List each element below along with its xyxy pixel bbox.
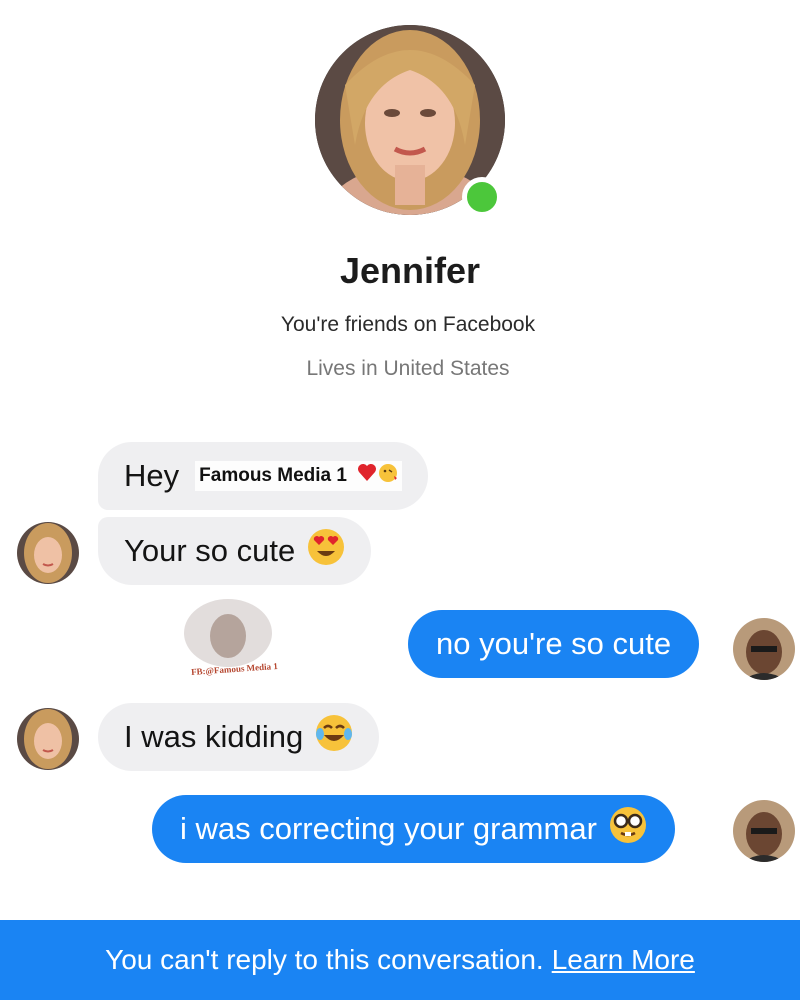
watermark-logo: FB:@Famous Media 1 — [183, 598, 293, 688]
message-text: Hey — [124, 458, 180, 493]
message-bubble-incoming[interactable]: Your so cute — [98, 517, 372, 585]
sender-avatar[interactable] — [17, 522, 79, 584]
message-text: no you're so cute — [436, 626, 672, 661]
watermark-tag-text: Famous Media 1 — [199, 465, 347, 487]
message-bubble-outgoing[interactable]: no you're so cute — [408, 610, 700, 678]
profile-location: Lives in United States — [306, 357, 510, 380]
message-bubble-incoming[interactable]: I was kidding — [98, 703, 380, 771]
cannot-reply-banner: You can't reply to this conversation. Le… — [0, 920, 800, 1000]
heart-eyes-emoji-icon — [307, 528, 345, 574]
message-text: Your so cute — [124, 533, 296, 568]
my-avatar[interactable] — [733, 800, 795, 862]
watermark-tag: Famous Media 1 — [195, 461, 403, 491]
message-text: i was correcting your grammar — [180, 811, 597, 846]
learn-more-link[interactable]: Learn More — [552, 944, 695, 976]
message-text: I was kidding — [124, 719, 304, 754]
nerd-glasses-emoji-icon — [609, 806, 647, 852]
profile-avatar[interactable] — [315, 25, 505, 217]
message-bubble-incoming[interactable]: Hey Famous Media 1 — [98, 442, 428, 510]
heart-kiss-icon — [358, 463, 398, 489]
cannot-reply-text: You can't reply to this conversation. — [105, 944, 544, 975]
sender-avatar[interactable] — [17, 708, 79, 770]
profile-relationship: You're friends on Facebook — [280, 313, 536, 336]
message-bubble-outgoing[interactable]: i was correcting your grammar — [152, 795, 675, 863]
messenger-conversation: Jennifer You're friends on Facebook Live… — [0, 0, 800, 1000]
online-status-dot — [462, 177, 502, 217]
my-avatar[interactable] — [733, 618, 795, 680]
profile-name: Jennifer — [339, 250, 481, 291]
tears-of-joy-emoji-icon — [315, 714, 353, 760]
